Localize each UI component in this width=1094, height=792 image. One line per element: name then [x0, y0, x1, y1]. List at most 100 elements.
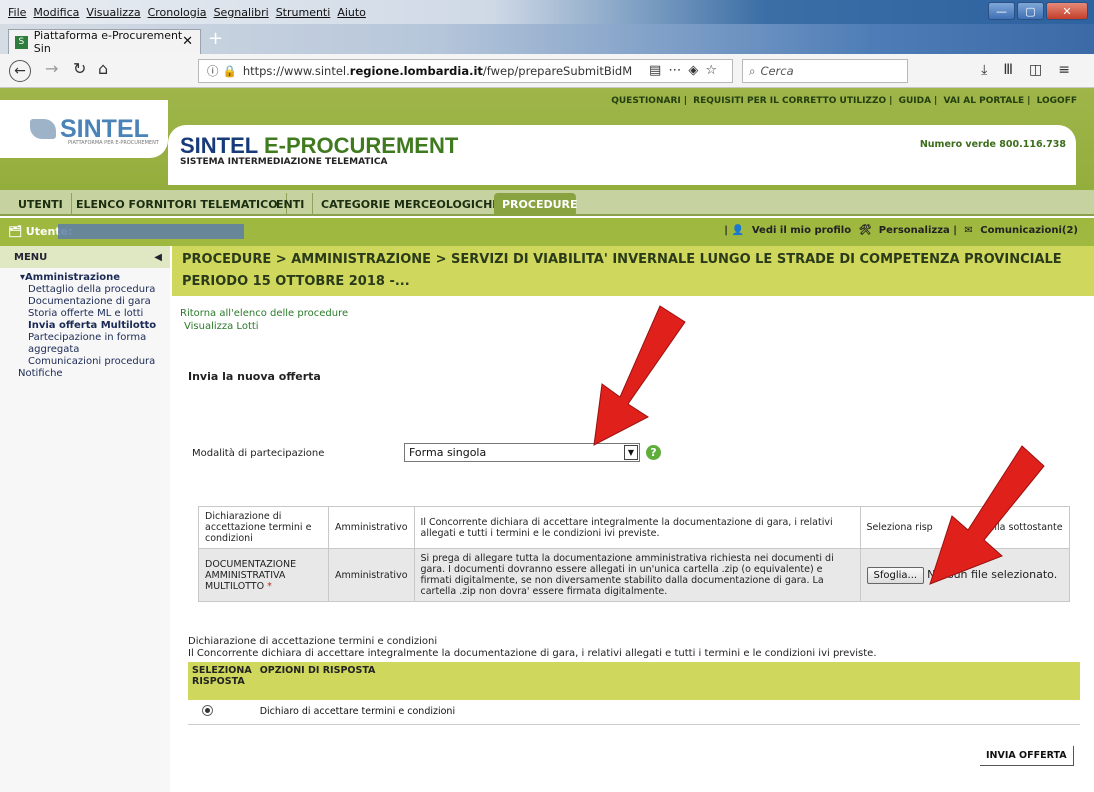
info-icon[interactable]: ⓘ	[207, 63, 219, 79]
browse-button[interactable]: Sfoglia...	[866, 566, 925, 584]
col-seleziona: SELEZIONA RISPOSTA	[188, 662, 256, 700]
sidebar-group-amministrazione[interactable]: ▾Amministrazione	[0, 272, 170, 284]
download-icon[interactable]: ⤓	[981, 62, 1003, 78]
minimize-icon[interactable]: —	[988, 2, 1015, 20]
doc-type: Amministrativo	[328, 506, 415, 549]
url-prefix: https://www.sintel.	[242, 64, 350, 78]
pocket-icon[interactable]: ◈	[688, 63, 705, 78]
browser-menubar: File Modifica Visualizza Cronologia Segn…	[0, 0, 1094, 24]
required-marker: *	[264, 580, 272, 592]
page-actions-icon[interactable]: ⋯	[668, 63, 688, 78]
radio-cell	[188, 700, 256, 725]
modalita-select[interactable]: Forma singola ▼	[404, 443, 640, 462]
doc-type: Amministrativo	[328, 548, 415, 602]
sintel-logo[interactable]: SINTEL PIATTAFORMA PER E-PROCUREMENT	[0, 100, 168, 158]
menu-file[interactable]: File	[8, 6, 26, 19]
sidebar-item-dettaglio[interactable]: Dettaglio della procedura	[0, 284, 170, 296]
search-input[interactable]: ⌕ Cerca	[742, 59, 908, 83]
doc-name-text: DOCUMENTAZIONE AMMINISTRATIVA MULTILOTTO	[205, 558, 297, 592]
menu-modifica[interactable]: Modifica	[33, 6, 79, 19]
action-text: Seleziona risp	[866, 522, 933, 533]
link-guida[interactable]: GUIDA	[899, 96, 931, 106]
tab-enti[interactable]: ENTI	[268, 193, 314, 216]
maximize-icon[interactable]: ▢	[1017, 2, 1044, 20]
menu-label: MENU	[14, 251, 48, 263]
sidebar-item-aggregata[interactable]: aggregata	[0, 344, 170, 356]
response-table: SELEZIONA RISPOSTA OPZIONI DI RISPOSTA D…	[188, 662, 1080, 725]
sintel-favicon-icon: S	[15, 35, 28, 49]
link-profilo[interactable]: Vedi il mio profilo	[752, 225, 851, 236]
sidebar-toggle-icon[interactable]: ◫	[1029, 62, 1058, 78]
link-logoff[interactable]: LOGOFF	[1037, 96, 1077, 106]
menu-strumenti[interactable]: Strumenti	[276, 6, 331, 19]
url-bar[interactable]: ⓘ 🔒 https://www.sintel. regione.lombardia…	[198, 59, 733, 83]
sidebar-item-comunicazioni[interactable]: Comunicazioni procedura	[0, 356, 170, 368]
browser-tabbar: S Piattaforma e-Procurement Sin ✕ +	[0, 24, 1094, 55]
forward-arrow-icon[interactable]: →	[45, 59, 58, 78]
documents-table: Dichiarazione di accettazione termini e …	[198, 506, 1071, 602]
sidebar-item-notifiche[interactable]: Notifiche	[0, 368, 170, 380]
reload-icon[interactable]: ↻	[73, 59, 86, 78]
main-nav: UTENTI ELENCO FORNITORI TELEMATICO ENTI …	[0, 190, 1094, 216]
menu-segnalibri[interactable]: Segnalibri	[214, 6, 269, 19]
doc-name: DOCUMENTAZIONE AMMINISTRATIVA MULTILOTTO…	[198, 548, 329, 602]
col-opzioni: OPZIONI DI RISPOSTA	[255, 662, 1080, 700]
hamburger-menu-icon[interactable]: ≡	[1058, 62, 1086, 78]
collapse-arrow-icon[interactable]: ◀	[154, 252, 162, 263]
tab-title: Piattaforma e-Procurement Sin	[33, 29, 183, 55]
user-bar: 🗂 Utente: | 👤 Vedi il mio profilo 🛠 Perso…	[0, 218, 1094, 246]
invia-offerta-button[interactable]: INVIA OFFERTA	[980, 746, 1074, 766]
reader-view-icon[interactable]: ▤	[649, 63, 668, 78]
link-vai-al-portale[interactable]: VAI AL PORTALE	[943, 96, 1024, 106]
user-icon: 🗂	[8, 225, 26, 238]
declaration-block: Dichiarazione di accettazione termini e …	[188, 636, 877, 660]
link-visualizza-lotti[interactable]: Visualizza Lotti	[184, 321, 259, 332]
site-title-b: E-PROCUREMENT	[263, 133, 459, 158]
profile-icon: 👤	[731, 225, 745, 236]
home-icon[interactable]: ⌂	[98, 59, 108, 78]
search-icon: ⌕	[749, 63, 756, 78]
group-label: Amministrazione	[25, 272, 121, 283]
sidebar-item-storia-offerte[interactable]: Storia offerte ML e lotti	[0, 308, 170, 320]
modalita-value: Forma singola	[409, 446, 487, 459]
search-placeholder: Cerca	[760, 64, 794, 78]
user-name-redacted	[58, 224, 244, 239]
bookmark-star-icon[interactable]: ☆	[705, 63, 724, 78]
no-file-text: Nessun file selezionato.	[927, 567, 1058, 581]
close-window-icon[interactable]: ✕	[1046, 2, 1088, 20]
link-comunicazioni[interactable]: Comunicazioni(2)	[980, 225, 1078, 236]
sidebar-item-partecipazione[interactable]: Partecipazione in forma	[0, 332, 170, 344]
tab-categorie[interactable]: CATEGORIE MERCEOLOGICHE	[313, 193, 509, 216]
menu-cronologia[interactable]: Cronologia	[148, 6, 207, 19]
site-title-a: SINTEL	[180, 133, 264, 158]
accept-radio[interactable]	[202, 704, 213, 716]
browser-tab[interactable]: S Piattaforma e-Procurement Sin ✕	[8, 29, 201, 55]
url-path: /fwep/prepareSubmitBidM	[482, 64, 633, 78]
page-title: Invia la nuova offerta	[188, 370, 321, 383]
link-requisiti[interactable]: REQUISITI PER IL CORRETTO UTILIZZO	[693, 96, 886, 106]
tab-procedure[interactable]: PROCEDURE	[494, 193, 578, 216]
back-arrow-icon[interactable]: ←	[9, 60, 31, 82]
link-personalizza[interactable]: Personalizza	[879, 225, 950, 236]
chevron-down-icon[interactable]: ▼	[624, 445, 638, 460]
sidebar-item-invia-offerta[interactable]: Invia offerta Multilotto	[0, 320, 170, 332]
link-ritorna-elenco[interactable]: Ritorna all'elenco delle procedure	[180, 308, 348, 319]
new-tab-icon[interactable]: +	[208, 28, 223, 49]
menu-visualizza[interactable]: Visualizza	[86, 6, 140, 19]
link-questionari[interactable]: QUESTIONARI	[611, 96, 681, 106]
close-tab-icon[interactable]: ✕	[182, 34, 193, 49]
response-option: Dichiaro di accettare termini e condizio…	[255, 700, 1080, 725]
doc-desc: Il Concorrente dichiara di accettare int…	[413, 506, 861, 549]
table-header: SELEZIONA RISPOSTA OPZIONI DI RISPOSTA	[188, 662, 1080, 700]
sidebar-menu-header: MENU ◀	[0, 246, 170, 268]
main-content: Ritorna all'elenco delle procedure Visua…	[172, 296, 1094, 792]
declaration-text: Il Concorrente dichiara di accettare int…	[188, 648, 877, 659]
help-icon[interactable]: ?	[646, 445, 661, 460]
breadcrumb: PROCEDURE > AMMINISTRAZIONE > SERVIZI DI…	[172, 246, 1094, 296]
sidebar-item-documentazione[interactable]: Documentazione di gara	[0, 296, 170, 308]
table-row: Dichiaro di accettare termini e condizio…	[188, 700, 1080, 725]
tab-elenco-fornitori[interactable]: ELENCO FORNITORI TELEMATICO	[68, 193, 287, 216]
tab-utenti[interactable]: UTENTI	[10, 193, 72, 216]
menu-aiuto[interactable]: Aiuto	[337, 6, 366, 19]
library-icon[interactable]: Ⅲ	[1003, 62, 1029, 78]
